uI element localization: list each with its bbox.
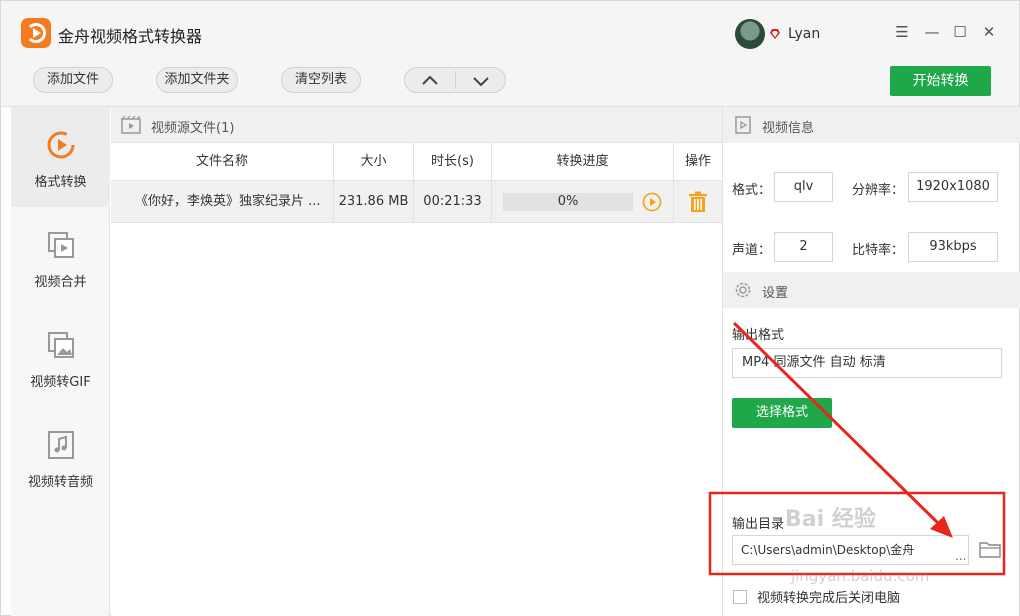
- select-format-button[interactable]: 选择格式: [732, 398, 832, 428]
- video-info-header: 视频信息: [723, 107, 1020, 143]
- right-panel: 视频信息 格式： qlv 分辨率： 1920x1080 声道： 2 比特率： 9…: [722, 107, 1020, 616]
- table-row[interactable]: 《你好，李焕英》独家纪录片 ... 231.86 MB 00:21:33 0%: [111, 181, 722, 223]
- file-list-title: 视频源文件(1): [151, 121, 235, 136]
- video-info-title: 视频信息: [762, 121, 815, 136]
- nav-label: 格式转换: [34, 175, 87, 190]
- nav-item-format-convert[interactable]: 格式转换: [11, 107, 110, 207]
- file-size-cell: 231.86 MB: [334, 181, 414, 223]
- format-label: 格式：: [732, 183, 772, 198]
- title-bar: 金舟视频格式转换器 Lyan ☰ — ☐ ✕: [1, 1, 1019, 55]
- column-header-name: 文件名称: [111, 143, 334, 181]
- app-window: 金舟视频格式转换器 Lyan ☰ — ☐ ✕ 添加文件 添加文件夹 清空列表 开…: [0, 0, 1020, 616]
- output-dir-label: 输出目录: [732, 517, 785, 532]
- resolution-label: 分辨率：: [852, 183, 905, 198]
- nav-item-video-merge[interactable]: 视频合并: [11, 207, 110, 307]
- channel-label: 声道：: [732, 243, 772, 258]
- browse-dots-button[interactable]: ...: [955, 542, 966, 564]
- file-list-panel: 视频源文件(1) 文件名称 大小 时长(s) 转换进度 操作 《你好，李焕英》独…: [111, 107, 722, 616]
- progress-text: 0%: [557, 194, 579, 209]
- watermark-url: jingyan.baidu.com: [791, 567, 930, 585]
- output-dir-field[interactable]: C:\Users\admin\Desktop\金舟 ...: [732, 535, 969, 565]
- close-icon[interactable]: ✕: [978, 21, 1000, 43]
- app-logo-icon: [21, 18, 51, 48]
- play-icon[interactable]: [642, 192, 662, 212]
- column-header-progress: 转换进度: [492, 143, 674, 181]
- video-to-gif-icon: [48, 332, 74, 358]
- move-buttons: [404, 67, 506, 93]
- username[interactable]: Lyan: [788, 26, 820, 42]
- column-header-size: 大小: [334, 143, 414, 181]
- nav-item-video-to-gif[interactable]: 视频转GIF: [11, 307, 110, 407]
- shutdown-checkbox[interactable]: [733, 590, 747, 604]
- column-header-duration: 时长(s): [414, 143, 492, 181]
- file-list-header: 视频源文件(1): [111, 107, 722, 143]
- output-format-field[interactable]: MP4 同源文件 自动 标清: [732, 348, 1002, 378]
- minimize-icon[interactable]: —: [921, 21, 943, 43]
- output-dir-text: C:\Users\admin\Desktop\金舟: [741, 543, 915, 557]
- move-up-button[interactable]: [405, 71, 455, 91]
- chevron-up-icon: [422, 75, 438, 85]
- maximize-icon[interactable]: ☐: [949, 21, 971, 43]
- vip-badge-icon: [770, 29, 780, 39]
- resolution-value: 1920x1080: [908, 172, 998, 202]
- add-file-button[interactable]: 添加文件: [33, 67, 113, 93]
- toolbar: 添加文件 添加文件夹 清空列表 开始转换: [1, 55, 1019, 107]
- settings-header: 设置: [723, 272, 1020, 308]
- bitrate-label: 比特率：: [852, 243, 905, 258]
- film-icon: [121, 116, 141, 134]
- chevron-down-icon: [473, 77, 489, 87]
- folder-icon[interactable]: [979, 540, 1001, 558]
- clear-list-button[interactable]: 清空列表: [281, 67, 361, 93]
- nav-label: 视频转音频: [27, 475, 93, 490]
- settings-title: 设置: [762, 286, 789, 301]
- nav-label: 视频转GIF: [30, 375, 91, 390]
- file-duration-cell: 00:21:33: [414, 181, 492, 223]
- move-down-button[interactable]: [456, 71, 506, 91]
- left-nav: 格式转换 视频合并 视频转GIF 视频转音频: [11, 107, 110, 616]
- channel-value: 2: [774, 232, 833, 262]
- start-convert-button[interactable]: 开始转换: [890, 66, 991, 96]
- table-header: 文件名称 大小 时长(s) 转换进度 操作: [111, 143, 722, 181]
- add-folder-button[interactable]: 添加文件夹: [156, 67, 238, 93]
- format-value: qlv: [774, 172, 833, 202]
- output-format-label: 输出格式: [732, 328, 785, 343]
- gear-icon: [735, 282, 751, 298]
- menu-icon[interactable]: ☰: [891, 21, 913, 43]
- trash-icon[interactable]: [687, 191, 709, 213]
- nav-item-video-to-audio[interactable]: 视频转音频: [11, 407, 110, 507]
- video-to-audio-icon: [48, 431, 74, 459]
- user-avatar[interactable]: [735, 19, 765, 49]
- format-convert-icon: [47, 131, 75, 159]
- nav-label: 视频合并: [34, 275, 87, 290]
- video-merge-icon: [48, 232, 74, 258]
- video-info-icon: [735, 116, 751, 134]
- column-header-action: 操作: [684, 154, 711, 169]
- bitrate-value: 93kbps: [908, 232, 998, 262]
- watermark-logo: Bai 经验: [785, 507, 876, 532]
- app-title: 金舟视频格式转换器: [58, 27, 203, 46]
- shutdown-label: 视频转换完成后关闭电脑: [757, 591, 901, 606]
- progress-bar: 0%: [503, 193, 633, 211]
- file-name-cell: 《你好，李焕英》独家纪录片 ...: [111, 181, 334, 223]
